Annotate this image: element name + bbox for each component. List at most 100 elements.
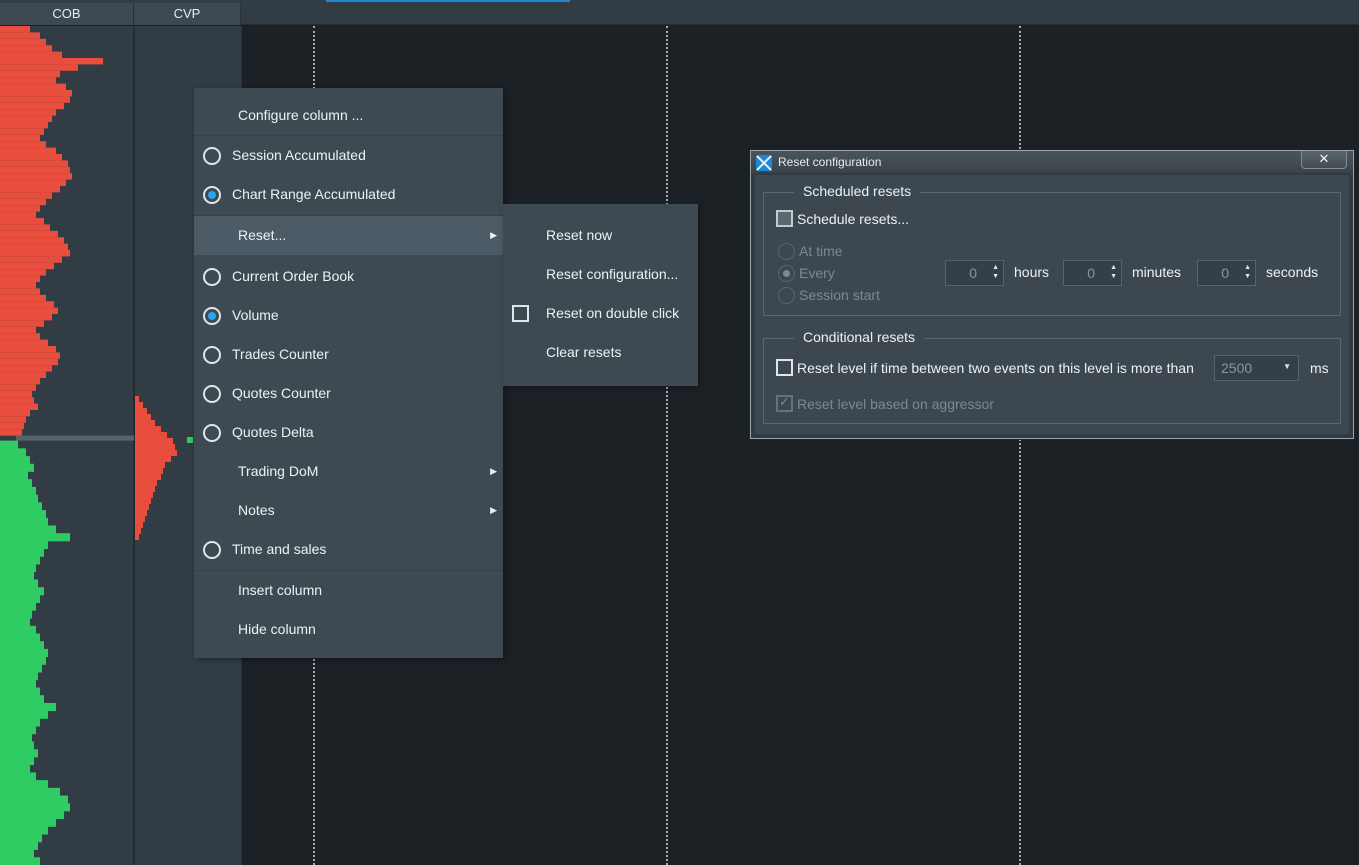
- menu-item-quotes-counter[interactable]: Quotes Counter: [194, 374, 503, 413]
- volume-profile-bar: [135, 402, 143, 408]
- ask-bar: [0, 358, 58, 366]
- decrement-icon[interactable]: ▼: [1244, 273, 1251, 280]
- increment-icon[interactable]: ▲: [1110, 264, 1117, 271]
- volume-profile-bar: [135, 420, 155, 426]
- increment-icon[interactable]: ▲: [1244, 264, 1251, 271]
- cvp-column-header[interactable]: CVP: [134, 3, 241, 25]
- ask-bar: [0, 192, 52, 199]
- menu-item-time-and-sales[interactable]: Time and sales: [194, 530, 503, 569]
- radio-selected-icon[interactable]: [203, 186, 221, 204]
- every-radio[interactable]: [778, 265, 795, 282]
- ask-bar: [0, 314, 52, 321]
- hours-label: hours: [1014, 264, 1050, 280]
- aggressor-checkbox[interactable]: [776, 394, 793, 412]
- volume-profile-bar: [135, 534, 139, 540]
- menu-item-label: Hide column: [238, 621, 316, 637]
- bid-bar: [0, 672, 38, 681]
- spread-marker: [16, 435, 134, 441]
- submenu-item-reset-configuration[interactable]: Reset configuration...: [503, 255, 698, 294]
- ask-bar: [0, 416, 26, 423]
- bid-bar: [0, 479, 32, 488]
- session-start-radio[interactable]: [778, 287, 795, 304]
- session-start-label: Session start: [799, 287, 880, 303]
- ask-bar: [0, 128, 44, 135]
- menu-item-trades-counter[interactable]: Trades Counter: [194, 335, 503, 374]
- menu-item-label: Reset configuration...: [546, 266, 679, 282]
- radio-icon[interactable]: [203, 346, 221, 364]
- bid-bar: [0, 440, 18, 449]
- ask-bar: [0, 339, 48, 346]
- radio-icon[interactable]: [203, 424, 221, 442]
- time-threshold-value: 2500: [1221, 360, 1253, 376]
- bid-bar: [0, 803, 70, 812]
- close-button[interactable]: ✕: [1301, 151, 1347, 169]
- volume-profile-bar: [135, 456, 171, 462]
- volume-profile-bar: [135, 444, 175, 450]
- menu-item-trading-dom[interactable]: Trading DoM ▶: [194, 452, 503, 491]
- menu-item-session-accumulated[interactable]: Session Accumulated: [194, 136, 503, 175]
- bid-bar: [0, 687, 40, 696]
- ask-bar: [0, 384, 36, 391]
- volume-profile-bar: [135, 498, 151, 504]
- decrement-icon[interactable]: ▼: [992, 273, 999, 280]
- hours-stepper[interactable]: 0 ▲ ▼: [945, 260, 1004, 286]
- dialog-titlebar[interactable]: Reset configuration ✕: [751, 151, 1353, 173]
- bid-bar: [0, 857, 40, 865]
- volume-profile-bar: [187, 437, 193, 443]
- menu-item-hide-column[interactable]: Hide column: [194, 610, 503, 649]
- checkbox[interactable]: [512, 305, 529, 322]
- menu-item-notes[interactable]: Notes ▶: [194, 491, 503, 530]
- chevron-right-icon: ▶: [490, 466, 497, 476]
- volume-profile-bar: [135, 522, 143, 528]
- bid-bar: [0, 772, 36, 781]
- time-threshold-combo[interactable]: 2500 ▼: [1214, 355, 1299, 381]
- radio-icon[interactable]: [203, 541, 221, 559]
- ask-bar: [0, 90, 72, 97]
- decrement-icon[interactable]: ▼: [1110, 273, 1117, 280]
- radio-icon[interactable]: [203, 268, 221, 286]
- ask-bar: [0, 173, 72, 180]
- cob-column-header[interactable]: COB: [0, 3, 134, 25]
- radio-icon[interactable]: [203, 147, 221, 165]
- reset-level-label: Reset level if time between two events o…: [797, 360, 1194, 376]
- bid-bar: [0, 834, 42, 843]
- menu-item-insert-column[interactable]: Insert column: [194, 571, 503, 610]
- scheduled-resets-group: Scheduled resets Schedule resets... At t…: [763, 183, 1341, 316]
- increment-icon[interactable]: ▲: [992, 264, 999, 271]
- at-time-radio[interactable]: [778, 243, 795, 260]
- ask-bar: [0, 230, 58, 238]
- ask-bar: [0, 211, 36, 218]
- volume-profile-bar: [135, 408, 147, 414]
- ask-bar: [0, 26, 30, 33]
- ask-bar: [0, 237, 64, 244]
- ask-bar: [0, 243, 68, 250]
- ask-bar: [0, 77, 56, 84]
- submenu-item-clear-resets[interactable]: Clear resets: [503, 333, 698, 372]
- ask-bar: [0, 160, 68, 167]
- menu-item-volume[interactable]: Volume: [194, 296, 503, 335]
- radio-icon[interactable]: [203, 385, 221, 403]
- bid-bar: [0, 525, 56, 534]
- submenu-item-reset-on-double-click[interactable]: Reset on double click: [503, 294, 698, 333]
- schedule-resets-checkbox[interactable]: [776, 210, 793, 227]
- seconds-stepper[interactable]: 0 ▲ ▼: [1197, 260, 1256, 286]
- ask-bar: [0, 410, 30, 417]
- bid-bar: [0, 795, 68, 804]
- menu-item-configure-column[interactable]: Configure column ...: [194, 96, 503, 135]
- at-time-label: At time: [799, 243, 843, 259]
- minutes-stepper[interactable]: 0 ▲ ▼: [1063, 260, 1122, 286]
- volume-profile-bar: [135, 474, 161, 480]
- radio-selected-icon[interactable]: [203, 307, 221, 325]
- menu-item-label: Chart Range Accumulated: [232, 186, 396, 202]
- ask-bar: [0, 320, 44, 327]
- ask-bar: [0, 378, 40, 385]
- menu-item-chart-range-accumulated[interactable]: Chart Range Accumulated: [194, 175, 503, 214]
- reset-level-checkbox[interactable]: [776, 359, 793, 376]
- menu-item-quotes-delta[interactable]: Quotes Delta: [194, 413, 503, 452]
- ask-bar: [0, 122, 48, 129]
- chevron-down-icon[interactable]: ▼: [1283, 362, 1291, 371]
- reset-submenu: Reset now Reset configuration... Reset o…: [503, 204, 698, 386]
- menu-item-reset[interactable]: Reset... ▶: [194, 216, 503, 255]
- submenu-item-reset-now[interactable]: Reset now: [503, 216, 698, 255]
- menu-item-current-order-book[interactable]: Current Order Book: [194, 257, 503, 296]
